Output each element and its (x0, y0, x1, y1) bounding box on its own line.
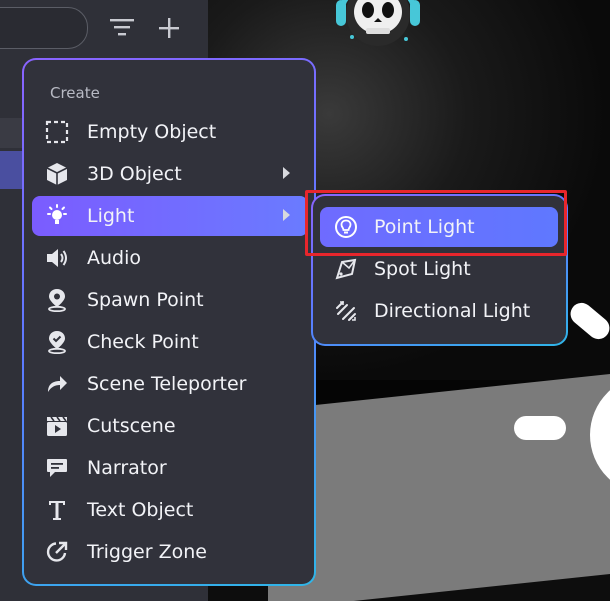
filter-button[interactable] (108, 14, 136, 42)
menu-item-text-object[interactable]: Text Object (32, 490, 308, 530)
menu-item-label: Scene Teleporter (87, 373, 247, 395)
skull-mascot-icon (336, 0, 420, 46)
point-light-icon (335, 216, 357, 238)
create-context-menu: Create Empty Object 3D Object Light Audi… (22, 58, 316, 586)
menu-item-label: Spawn Point (87, 289, 204, 311)
menu-item-label: Audio (87, 247, 142, 269)
menu-item-label: Cutscene (87, 415, 176, 437)
chevron-right-icon (283, 167, 290, 179)
menu-item-trigger-zone[interactable]: Trigger Zone (32, 532, 308, 572)
menu-item-spawn-point[interactable]: Spawn Point (32, 280, 308, 320)
plus-icon (159, 18, 179, 38)
menu-item-empty-object[interactable]: Empty Object (32, 112, 308, 152)
hierarchy-row[interactable] (0, 118, 24, 148)
menu-item-label: Empty Object (87, 121, 217, 143)
menu-item-audio[interactable]: Audio (32, 238, 308, 278)
menu-item-narrator[interactable]: Narrator (32, 448, 308, 488)
menu-item-label: 3D Object (87, 163, 182, 185)
speaker-icon (47, 249, 67, 267)
submenu-item-label: Directional Light (374, 300, 531, 322)
spot-light-icon (335, 258, 357, 280)
menu-item-label: Light (87, 205, 135, 227)
text-icon (49, 501, 65, 520)
menu-item-label: Check Point (87, 331, 199, 353)
submenu-item-point-light[interactable]: Point Light (320, 207, 558, 247)
chevron-right-icon (283, 209, 290, 221)
filter-icon (110, 19, 134, 36)
menu-item-label: Trigger Zone (87, 541, 207, 563)
light-submenu: Point Light Spot Light Directional Light (311, 194, 568, 346)
menu-header: Create (50, 84, 100, 102)
trigger-zone-icon (46, 541, 68, 562)
scene-object (514, 416, 566, 440)
menu-item-cutscene[interactable]: Cutscene (32, 406, 308, 446)
light-bulb-icon (47, 204, 67, 224)
speech-bubble-icon (47, 459, 67, 477)
scene-floor (268, 372, 610, 601)
menu-item-scene-teleporter[interactable]: Scene Teleporter (32, 364, 308, 404)
menu-item-label: Text Object (87, 499, 194, 521)
search-input[interactable] (0, 7, 88, 49)
menu-item-check-point[interactable]: Check Point (32, 322, 308, 362)
menu-item-light[interactable]: Light (32, 196, 308, 236)
submenu-item-spot-light[interactable]: Spot Light (320, 249, 558, 289)
submenu-item-directional-light[interactable]: Directional Light (320, 291, 558, 331)
add-button[interactable] (155, 14, 183, 42)
hierarchy-row-selected[interactable] (0, 151, 24, 189)
menu-item-label: Narrator (87, 457, 167, 479)
clapperboard-icon (47, 416, 67, 436)
submenu-item-label: Point Light (374, 216, 475, 238)
menu-item-3d-object[interactable]: 3D Object (32, 154, 308, 194)
check-point-icon (48, 331, 66, 354)
cube-icon (46, 163, 68, 185)
submenu-item-label: Spot Light (374, 258, 471, 280)
spawn-point-icon (48, 289, 66, 312)
directional-light-icon (336, 301, 356, 321)
teleport-arrow-icon (48, 376, 67, 392)
empty-object-icon (45, 120, 69, 144)
